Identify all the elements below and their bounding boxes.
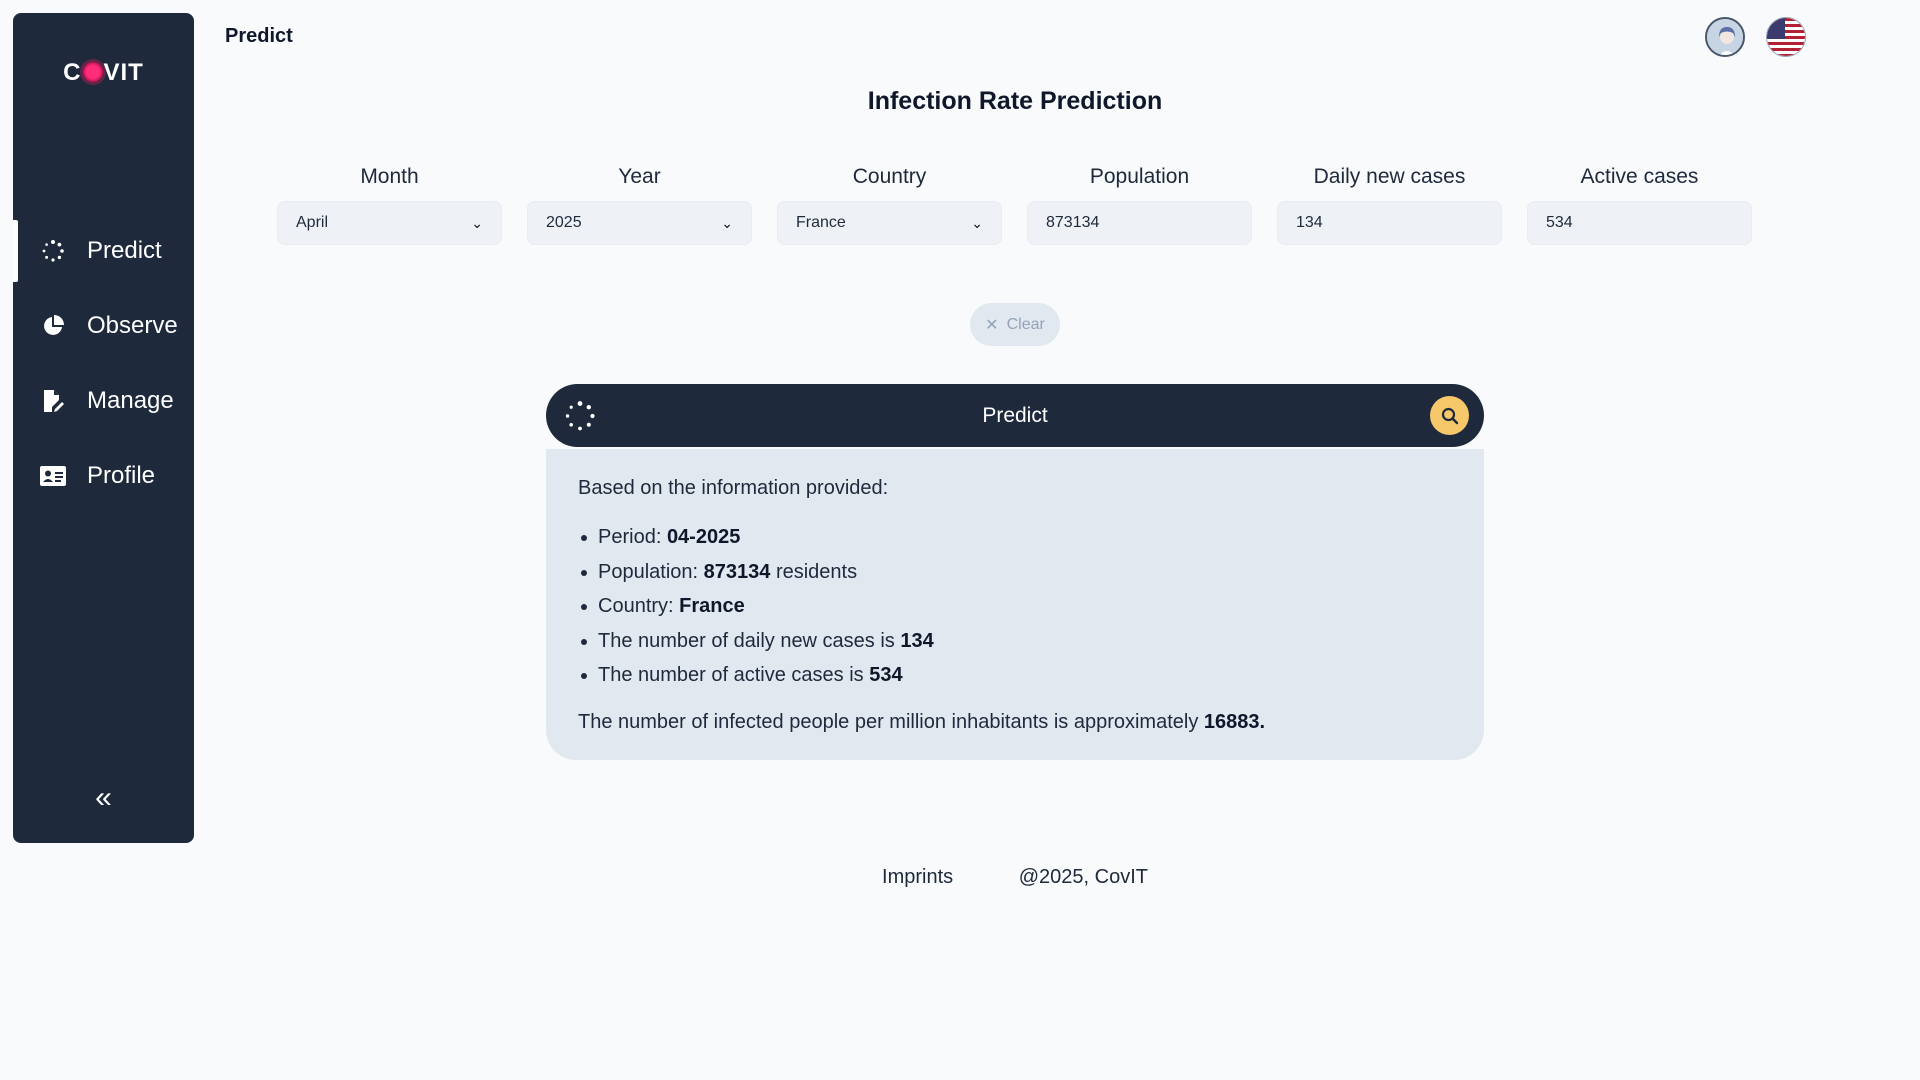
- year-label: Year: [618, 165, 661, 188]
- population-result-label: Population:: [598, 560, 704, 583]
- daily-new-cases-input[interactable]: 134: [1277, 201, 1502, 245]
- collapse-sidebar-button[interactable]: «: [13, 781, 194, 815]
- double-chevron-left-icon: «: [95, 781, 112, 814]
- active-cases-label: Active cases: [1580, 165, 1699, 188]
- imprints-link[interactable]: Imprints: [882, 866, 953, 888]
- file-edit-icon: [39, 387, 67, 415]
- sidebar-item-manage[interactable]: Manage: [13, 370, 194, 432]
- country-value: France: [796, 214, 846, 231]
- year-select[interactable]: 2025 ⌄: [527, 201, 752, 245]
- us-flag-icon: [1767, 18, 1805, 56]
- summary-label: The number of infected people per millio…: [578, 710, 1204, 733]
- prediction-result: Based on the information provided: Perio…: [546, 449, 1484, 760]
- user-avatar-icon: [1707, 19, 1743, 55]
- daily-new-cases-value: 134: [1296, 214, 1323, 231]
- copyright: @2025, CovIT: [1018, 866, 1148, 888]
- close-icon: ✕: [985, 316, 999, 334]
- search-icon: [1441, 407, 1458, 424]
- active-cases-input[interactable]: 534: [1527, 201, 1752, 245]
- list-item: Country: France: [578, 589, 1452, 624]
- month-label: Month: [360, 165, 419, 188]
- footer: Imprints @2025, CovIT: [0, 866, 1920, 889]
- chevron-down-icon: ⌄: [471, 214, 483, 231]
- population-field: Population 873134: [1027, 165, 1252, 245]
- page-title: Predict: [225, 25, 293, 47]
- sidebar-item-profile[interactable]: Profile: [13, 445, 194, 507]
- sidebar-item-observe[interactable]: Observe: [13, 295, 194, 357]
- spinner-icon: [564, 400, 596, 432]
- sidebar-item-label: Observe: [87, 312, 178, 339]
- virus-icon: [82, 62, 103, 82]
- month-field: Month April ⌄: [277, 165, 502, 245]
- clear-button[interactable]: ✕ Clear: [970, 303, 1060, 346]
- active-cases-value: 534: [1546, 214, 1573, 231]
- list-item: Population: 873134 residents: [578, 555, 1452, 590]
- logo-text-left: C: [63, 59, 82, 86]
- list-item: Period: 04-2025: [578, 520, 1452, 555]
- country-result-value: France: [679, 595, 745, 617]
- sidebar-item-label: Manage: [87, 387, 174, 414]
- logo[interactable]: C VIT: [13, 59, 194, 87]
- country-label: Country: [852, 165, 927, 188]
- population-label: Population: [1089, 165, 1190, 188]
- sidebar: C VIT Predict Observe Manage Profile «: [13, 13, 194, 843]
- country-select[interactable]: France ⌄: [777, 201, 1002, 245]
- year-field: Year 2025 ⌄: [527, 165, 752, 245]
- year-value: 2025: [546, 214, 582, 231]
- daily-new-cases-label: Daily new cases: [1313, 165, 1466, 188]
- search-button[interactable]: [1430, 396, 1469, 435]
- sidebar-item-label: Profile: [87, 462, 156, 489]
- predict-bar[interactable]: Predict: [546, 384, 1484, 447]
- result-summary: The number of infected people per millio…: [578, 711, 1452, 734]
- logo-text-right: VIT: [103, 59, 144, 86]
- month-select[interactable]: April ⌄: [277, 201, 502, 245]
- language-flag-us[interactable]: [1766, 17, 1806, 57]
- main-heading: Infection Rate Prediction: [867, 87, 1163, 115]
- active-result-label: The number of active cases is: [598, 664, 870, 686]
- country-result-label: Country:: [598, 595, 680, 617]
- sidebar-item-predict[interactable]: Predict: [13, 220, 194, 282]
- list-item: The number of active cases is 534: [578, 658, 1452, 693]
- spinner-icon: [39, 237, 67, 265]
- pie-chart-icon: [39, 312, 67, 340]
- daily-result-value: 134: [900, 629, 934, 652]
- population-value: 873134: [1046, 214, 1100, 231]
- result-list: Period: 04-2025 Population: 873134 resid…: [578, 520, 1452, 693]
- chevron-down-icon: ⌄: [721, 214, 733, 231]
- active-cases-field: Active cases 534: [1527, 165, 1752, 245]
- daily-new-cases-field: Daily new cases 134: [1277, 165, 1502, 245]
- sidebar-nav: Predict Observe Manage Profile: [13, 220, 194, 520]
- period-label: Period:: [598, 526, 667, 548]
- predict-label: Predict: [982, 403, 1048, 427]
- month-value: April: [296, 214, 329, 231]
- id-card-icon: [39, 462, 67, 490]
- sidebar-item-label: Predict: [87, 237, 162, 264]
- country-field: Country France ⌄: [777, 165, 1002, 245]
- active-result-value: 534: [869, 664, 903, 686]
- population-input[interactable]: 873134: [1027, 201, 1252, 245]
- clear-label: Clear: [1006, 315, 1045, 333]
- result-intro: Based on the information provided:: [578, 477, 889, 499]
- list-item: The number of daily new cases is 134: [578, 624, 1452, 659]
- population-result-value: 873134: [703, 560, 771, 583]
- summary-value: 16883.: [1203, 710, 1266, 733]
- daily-result-label: The number of daily new cases is: [598, 629, 901, 652]
- period-value: 04-2025: [666, 526, 741, 548]
- avatar[interactable]: [1705, 17, 1745, 57]
- population-suffix: residents: [770, 560, 858, 583]
- chevron-down-icon: ⌄: [971, 214, 983, 231]
